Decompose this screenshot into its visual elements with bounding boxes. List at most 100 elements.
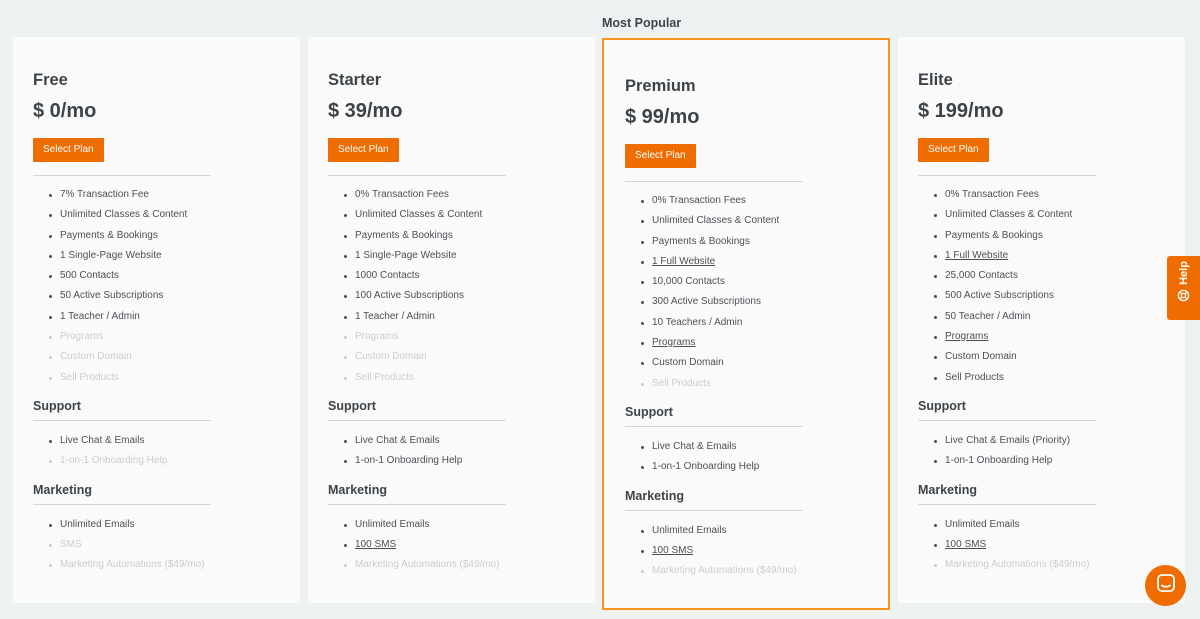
marketing-item-label[interactable]: 100 SMS — [355, 539, 396, 550]
feature-item-label[interactable]: Programs — [652, 337, 695, 348]
feature-item: 1 Teacher / Admin — [328, 307, 558, 327]
feature-item: Sell Products — [625, 374, 855, 394]
support-item: 1-on-1 Onboarding Help — [328, 451, 558, 471]
support-list: Live Chat & Emails (Priority) 1-on-1 Onbo… — [918, 431, 1148, 472]
feature-item-label: Payments & Bookings — [652, 235, 750, 247]
support-item-label: 1-on-1 Onboarding Help — [60, 455, 168, 467]
divider — [918, 419, 1096, 421]
support-title: Support — [625, 404, 673, 419]
plan-card-elite: Elite $ 199/mo Select Plan 0% Transaction F… — [898, 37, 1185, 603]
marketing-item: Unlimited Emails — [328, 515, 558, 535]
select-plan-button-premium[interactable]: Select Plan — [625, 144, 696, 168]
help-tab[interactable]: Help — [1167, 256, 1200, 320]
plan-card-content: Free $ 0/mo Select Plan 7% Transaction Fee U… — [33, 71, 263, 575]
feature-item-label: 1 Single-Page Website — [355, 249, 457, 261]
feature-item-label[interactable]: 1 Full Website — [652, 256, 715, 267]
support-item-label: Live Chat & Emails — [60, 434, 145, 446]
marketing-item[interactable]: 100 SMS — [625, 541, 855, 561]
chat-launcher-button[interactable] — [1145, 565, 1186, 606]
marketing-item-label[interactable]: 100 SMS — [652, 545, 693, 556]
feature-item[interactable]: Programs — [918, 327, 1148, 347]
support-item: Live Chat & Emails — [625, 437, 855, 457]
feature-list: 7% Transaction Fee Unlimited Classes & Co… — [33, 185, 263, 388]
plan-name: Elite — [918, 71, 953, 89]
feature-item[interactable]: 1 Full Website — [918, 246, 1148, 266]
feature-item-label: Unlimited Classes & Content — [652, 215, 780, 227]
feature-item: 50 Active Subscriptions — [33, 286, 263, 306]
feature-item: 10 Teachers / Admin — [625, 313, 855, 333]
feature-item-label: Sell Products — [652, 377, 711, 389]
feature-item-label: Unlimited Classes & Content — [355, 209, 483, 221]
marketing-item-label: Unlimited Emails — [652, 524, 727, 536]
select-plan-button-elite[interactable]: Select Plan — [918, 138, 989, 162]
feature-item-label: 0% Transaction Fees — [355, 189, 449, 200]
select-plan-button-free[interactable]: Select Plan — [33, 138, 104, 162]
feature-item: 500 Active Subscriptions — [918, 286, 1148, 306]
marketing-item-label: Unlimited Emails — [60, 518, 135, 530]
feature-item: 300 Active Subscriptions — [625, 292, 855, 312]
support-title: Support — [33, 398, 81, 413]
marketing-list: Unlimited Emails 100 SMS Marketing Automat… — [918, 515, 1148, 576]
marketing-item[interactable]: 100 SMS — [328, 535, 558, 555]
support-item: Live Chat & Emails (Priority) — [918, 431, 1148, 451]
feature-item: Unlimited Classes & Content — [33, 205, 263, 225]
marketing-item-label: Unlimited Emails — [355, 518, 430, 530]
feature-item-label: 300 Active Subscriptions — [652, 296, 761, 308]
plan-name: Starter — [328, 71, 382, 89]
feature-item[interactable]: 1 Full Website — [625, 252, 855, 272]
select-plan-button-starter[interactable]: Select Plan — [328, 138, 399, 162]
feature-item: Custom Domain — [328, 347, 558, 367]
feature-item-label: 1000 Contacts — [355, 270, 420, 282]
marketing-item-label: SMS — [60, 538, 82, 550]
feature-item-label: 500 Active Subscriptions — [945, 290, 1054, 302]
plan-price: $ 39/mo — [328, 100, 403, 122]
help-label: Help — [1177, 261, 1190, 285]
plan-price: $ 0/mo — [33, 100, 97, 122]
marketing-title: Marketing — [625, 488, 685, 503]
lifebuoy-icon — [1177, 289, 1190, 307]
plan-card-content: Premium $ 99/mo Select Plan 0% Transaction … — [625, 77, 855, 581]
support-list: Live Chat & Emails 1-on-1 Onboarding Help — [328, 431, 558, 472]
feature-item: 50 Teacher / Admin — [918, 307, 1148, 327]
marketing-item: Unlimited Emails — [918, 515, 1148, 535]
support-item-label: Live Chat & Emails — [652, 440, 737, 452]
feature-item: Payments & Bookings — [33, 226, 263, 246]
support-item-label: 1-on-1 Onboarding Help — [355, 455, 463, 467]
feature-item: 1 Single-Page Website — [33, 246, 263, 266]
feature-item-label: Payments & Bookings — [355, 229, 453, 241]
marketing-item: Marketing Automations ($49/mo) — [625, 561, 855, 581]
feature-item: Programs — [33, 327, 263, 347]
plan-card-content: Starter $ 39/mo Select Plan 0% Transaction … — [328, 71, 558, 575]
feature-item: Sell Products — [918, 368, 1148, 388]
feature-item-label[interactable]: 1 Full Website — [945, 250, 1008, 261]
feature-item: 0% Transaction Fees — [328, 185, 558, 205]
marketing-item-label[interactable]: 100 SMS — [945, 539, 986, 550]
marketing-item[interactable]: 100 SMS — [918, 535, 1148, 555]
feature-item: 7% Transaction Fee — [33, 185, 263, 205]
divider — [918, 503, 1096, 505]
feature-list: 0% Transaction Fees Unlimited Classes & C… — [625, 191, 855, 394]
marketing-item: SMS — [33, 535, 263, 555]
feature-item: Payments & Bookings — [625, 232, 855, 252]
feature-item: Unlimited Classes & Content — [328, 205, 558, 225]
divider — [33, 175, 211, 176]
marketing-item: Unlimited Emails — [625, 521, 855, 541]
support-item-label: Live Chat & Emails — [355, 434, 440, 446]
most-popular-label: Most Popular — [602, 16, 682, 30]
plan-price: $ 99/mo — [625, 106, 700, 128]
feature-item-label: 0% Transaction Fees — [652, 195, 746, 206]
feature-item-label: 500 Contacts — [60, 270, 119, 282]
feature-item[interactable]: Programs — [625, 333, 855, 353]
support-item-label: Live Chat & Emails (Priority) — [945, 434, 1071, 446]
support-list: Live Chat & Emails 1-on-1 Onboarding Help — [625, 437, 855, 478]
plan-card-free: Free $ 0/mo Select Plan 7% Transaction Fee U… — [13, 37, 300, 603]
feature-item: Unlimited Classes & Content — [625, 211, 855, 231]
feature-item-label: Custom Domain — [945, 351, 1017, 363]
support-item: Live Chat & Emails — [33, 431, 263, 451]
marketing-list: Unlimited Emails SMS Marketing Automations… — [33, 515, 263, 576]
feature-item: Custom Domain — [33, 347, 263, 367]
feature-item: Sell Products — [328, 368, 558, 388]
feature-item-label: 50 Active Subscriptions — [60, 290, 164, 302]
feature-item-label[interactable]: Programs — [945, 331, 988, 342]
feature-item-label: Custom Domain — [355, 351, 427, 363]
